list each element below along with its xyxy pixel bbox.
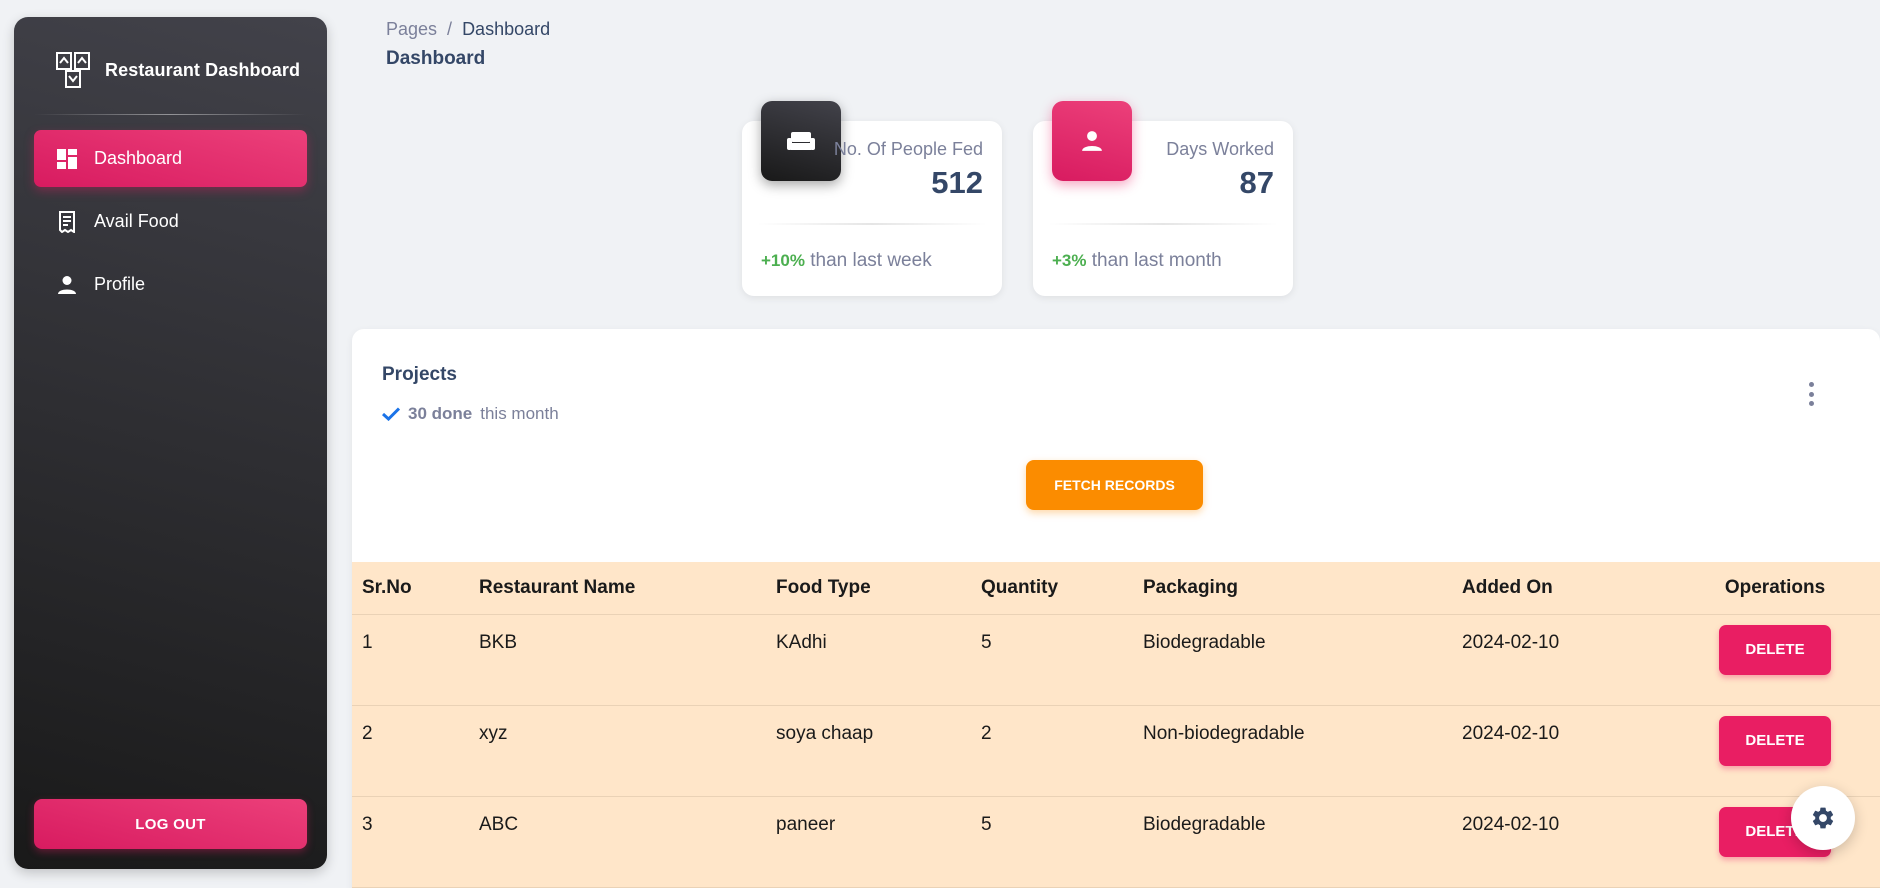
breadcrumb: Pages / Dashboard [386,19,550,40]
stat-change: +10% [761,251,805,270]
table-row: 3 ABC paneer 5 Biodegradable 2024-02-10 … [352,796,1880,888]
stat-value: 87 [1239,165,1274,200]
sidebar-item-profile[interactable]: Profile [34,256,307,313]
brand-logo-icon [56,52,90,88]
cell-added-on: 2024-02-10 [1452,796,1670,888]
cell-restaurant-name: ABC [469,796,766,888]
projects-panel: Projects 30 done this month FETCH RECORD… [352,329,1880,888]
table-row: 2 xyz soya chaap 2 Non-biodegradable 202… [352,705,1880,797]
stat-card-days-worked: Days Worked 87 +3% than last month [1033,101,1293,296]
stat-value: 512 [931,165,983,200]
column-header: Quantity [971,562,1133,615]
projects-subtitle: 30 done this month [382,404,559,424]
projects-done-count: 30 done [408,404,473,423]
cell-quantity: 5 [971,614,1133,706]
stat-footer: +10% than last week [761,250,932,272]
column-header: Restaurant Name [469,562,766,615]
dashboard-icon [56,148,78,170]
fetch-records-button[interactable]: FETCH RECORDS [1026,460,1203,510]
delete-button[interactable]: DELETE [1719,624,1831,675]
stat-footer: +3% than last month [1052,250,1222,272]
column-header: Food Type [766,562,971,615]
gear-icon [1812,807,1834,829]
breadcrumb-current: Dashboard [462,19,551,39]
column-header: Packaging [1133,562,1452,615]
sidebar: Restaurant Dashboard Dashboard Avail Foo… [14,17,327,869]
column-header: Operations [1670,562,1880,615]
cell-packaging: Biodegradable [1133,796,1452,888]
cell-packaging: Non-biodegradable [1133,705,1452,797]
stat-card-people-fed: No. Of People Fed 512 +10% than last wee… [742,101,1002,296]
breadcrumb-pages[interactable]: Pages [386,19,437,40]
cell-added-on: 2024-02-10 [1452,705,1670,797]
cell-food-type: paneer [766,796,971,888]
cell-quantity: 5 [971,796,1133,888]
cell-quantity: 2 [971,705,1133,797]
cell-sr-no: 2 [352,705,469,797]
stat-change: +3% [1052,251,1087,270]
sidebar-item-avail-food[interactable]: Avail Food [34,193,307,250]
projects-done-suffix: this month [480,404,559,423]
stat-label: No. Of People Fed [833,139,983,159]
cell-food-type: soya chaap [766,705,971,797]
cell-sr-no: 3 [352,796,469,888]
stat-divider [1048,223,1278,225]
logout-button[interactable]: LOG OUT [34,799,307,849]
sidebar-item-label: Profile [94,274,146,294]
table-header-row: Sr.No Restaurant Name Food Type Quantity… [352,562,1880,615]
person-icon [1052,101,1132,181]
delete-button[interactable]: DELETE [1719,715,1831,766]
sidebar-nav: Dashboard Avail Food Profile [34,130,307,319]
column-header: Added On [1452,562,1670,615]
stat-change-note: than last month [1091,250,1222,271]
cell-food-type: KAdhi [766,614,971,706]
weekend-icon [761,101,841,181]
projects-title: Projects [382,364,457,385]
brand-name: Restaurant Dashboard [105,59,301,80]
more-vert-icon[interactable] [1804,382,1818,406]
sidebar-item-label: Avail Food [94,211,179,231]
brand[interactable]: Restaurant Dashboard [55,49,300,91]
stat-label: Days Worked [1166,139,1274,159]
cell-restaurant-name: BKB [469,614,766,706]
column-header: Sr.No [352,562,469,615]
sidebar-item-dashboard[interactable]: Dashboard [34,130,307,187]
sidebar-item-label: Dashboard [94,148,183,168]
records-table: Sr.No Restaurant Name Food Type Quantity… [352,562,1880,888]
cell-operations: DELETE [1670,705,1880,797]
check-icon [382,407,400,421]
breadcrumb-separator: / [447,19,453,39]
stat-divider [757,223,987,225]
cell-packaging: Biodegradable [1133,614,1452,706]
cell-added-on: 2024-02-10 [1452,614,1670,706]
stat-change-note: than last week [810,250,932,271]
table-row: 1 BKB KAdhi 5 Biodegradable 2024-02-10 D… [352,614,1880,706]
cell-sr-no: 1 [352,614,469,706]
page-title: Dashboard [386,48,486,69]
person-icon [56,274,78,296]
sidebar-divider [34,114,307,115]
settings-button[interactable] [1791,786,1855,850]
cell-restaurant-name: xyz [469,705,766,797]
receipt-icon [56,210,78,233]
cell-operations: DELETE [1670,614,1880,706]
